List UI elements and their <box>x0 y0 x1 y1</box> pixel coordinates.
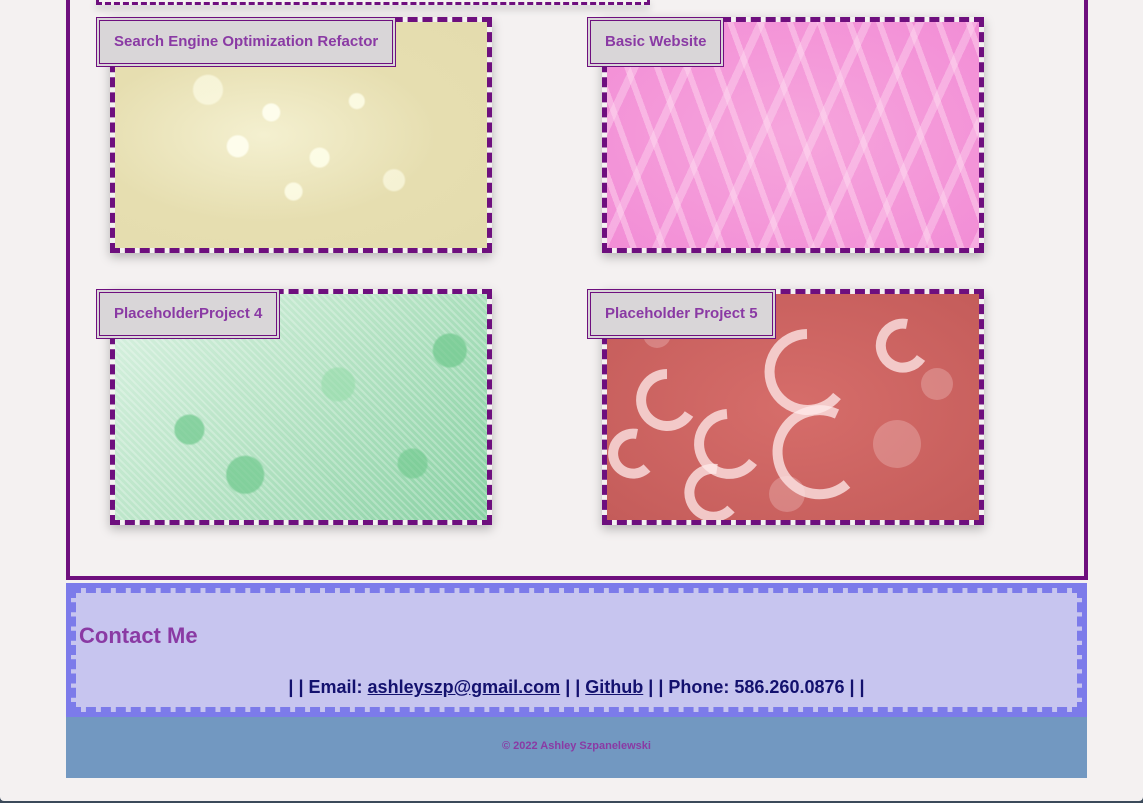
copyright-text: © 2022 Ashley Szpanelewski <box>502 740 651 752</box>
contact-heading: Contact Me <box>79 623 198 648</box>
contact-section: Contact Me | | Email: ashleyszp@gmail.co… <box>66 583 1087 717</box>
separator: | | <box>648 677 664 697</box>
contact-panel: Contact Me | | Email: ashleyszp@gmail.co… <box>71 588 1082 712</box>
separator: | | <box>288 677 304 697</box>
contact-details: | | Email: ashleyszp@gmail.com | | Githu… <box>76 677 1077 698</box>
project-title-basic-website[interactable]: Basic Website <box>587 17 725 67</box>
page: Search Engine Optimization Refactor Basi… <box>0 0 1143 801</box>
email-label: Email: <box>308 677 363 697</box>
project-title-placeholder-4[interactable]: PlaceholderProject 4 <box>96 289 281 339</box>
previous-card-edge <box>96 0 650 5</box>
phone-label: Phone: <box>668 677 730 697</box>
project-title-seo[interactable]: Search Engine Optimization Refactor <box>96 17 397 67</box>
separator: | | <box>565 677 581 697</box>
phone-number: 586.260.0876 <box>734 677 845 697</box>
separator: | | <box>849 677 865 697</box>
project-title-placeholder-5[interactable]: Placeholder Project 5 <box>587 289 776 339</box>
email-link[interactable]: ashleyszp@gmail.com <box>368 677 561 697</box>
footer: © 2022 Ashley Szpanelewski <box>66 717 1087 778</box>
github-link[interactable]: Github <box>585 677 643 697</box>
